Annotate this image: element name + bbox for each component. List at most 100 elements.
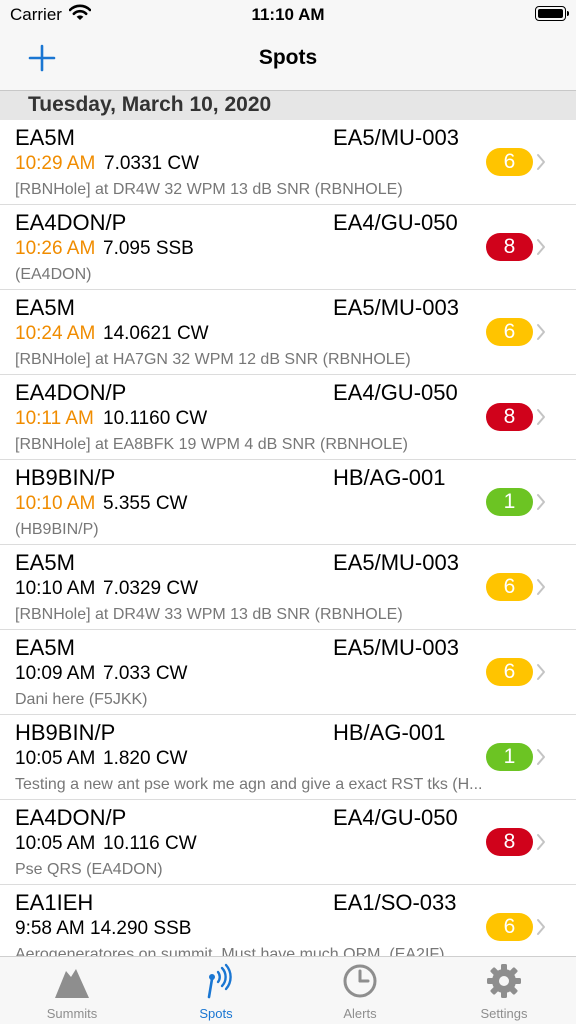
spot-comment: Testing a new ant pse work me agn and gi… (15, 776, 483, 793)
spot-frequency-mode: 7.095 SSB (103, 238, 194, 259)
status-bar: Carrier 11:10 AM (0, 0, 576, 30)
spot-comment: [RBNHole] at DR4W 33 WPM 13 dB SNR (RBNH… (15, 606, 403, 623)
spot-time: 9:58 AM (15, 918, 85, 939)
tab-settings[interactable]: Settings (432, 957, 576, 1024)
spot-callsign: EA4DON/P (15, 380, 127, 405)
summit-points-badge: 6 (486, 318, 533, 346)
spots-list[interactable]: EA5M EA5/MU-003 10:29 AM 7.0331 CW [RBNHole]… (0, 120, 576, 956)
mountain-icon (55, 969, 89, 998)
summit-points-badge: 6 (486, 148, 533, 176)
spot-row[interactable]: EA4DON/P EA4/GU-050 10:26 AM 7.095 SSB (EA4D… (0, 205, 576, 290)
spot-row[interactable]: HB9BIN/P HB/AG-001 10:10 AM 5.355 CW (HB9BIN… (0, 460, 576, 545)
antenna-icon (207, 963, 232, 999)
spot-comment: [RBNHole] at EA8BFK 19 WPM 4 dB SNR (RBN… (15, 436, 408, 453)
page-title: Spots (258, 46, 318, 69)
spot-callsign: EA4DON/P (15, 210, 127, 235)
gear-icon (487, 964, 521, 998)
spot-comment: (HB9BIN/P) (15, 521, 99, 538)
spot-time: 10:11 AM (15, 408, 94, 429)
spot-callsign: EA4DON/P (15, 805, 127, 830)
spot-time: 10:09 AM (15, 663, 96, 684)
spot-time: 10:29 AM (15, 153, 96, 174)
spot-row[interactable]: HB9BIN/P HB/AG-001 10:05 AM 1.820 CW Testing… (0, 715, 576, 800)
tab-bar: Summits Spots Alerts Settings (0, 956, 576, 1024)
spot-summit-ref: EA4/GU-050 (333, 380, 458, 405)
navigation-bar: Spots (0, 30, 576, 90)
summit-points-badge: 8 (486, 233, 533, 261)
spot-time: 10:10 AM (15, 578, 96, 599)
chevron-right-icon (537, 664, 545, 680)
chevron-right-icon (537, 919, 545, 935)
spot-comment: (EA4DON) (15, 266, 92, 283)
summit-points-badge: 6 (486, 658, 533, 686)
spot-frequency-mode: 1.820 CW (103, 748, 188, 769)
spot-callsign: EA5M (15, 125, 75, 150)
spot-callsign: HB9BIN/P (15, 720, 116, 745)
spot-summit-ref: EA5/MU-003 (333, 125, 459, 150)
spot-summit-ref: EA4/GU-050 (333, 210, 458, 235)
spot-row[interactable]: EA5M EA5/MU-003 10:24 AM 14.0621 CW [RBNHole… (0, 290, 576, 375)
spot-comment: Pse QRS (EA4DON) (15, 861, 163, 878)
chevron-right-icon (537, 494, 545, 510)
tab-summits[interactable]: Summits (0, 957, 144, 1024)
spot-frequency-mode: 14.290 SSB (90, 918, 192, 939)
spot-summit-ref: EA5/MU-003 (333, 635, 459, 660)
summit-points-badge: 8 (486, 828, 533, 856)
tab-alerts[interactable]: Alerts (288, 957, 432, 1024)
section-header: Tuesday, March 10, 2020 (0, 90, 576, 120)
spot-frequency-mode: 10.116 CW (103, 833, 197, 854)
chevron-right-icon (537, 749, 545, 765)
section-date: Tuesday, March 10, 2020 (28, 93, 272, 116)
chevron-right-icon (537, 409, 545, 425)
spot-comment: Aerogeneratores on summit. Must have muc… (15, 946, 445, 956)
spot-summit-ref: EA5/MU-003 (333, 550, 459, 575)
summit-points-badge: 1 (486, 743, 533, 771)
chevron-right-icon (537, 154, 545, 170)
chevron-right-icon (537, 579, 545, 595)
spot-frequency-mode: 7.033 CW (103, 663, 188, 684)
spot-summit-ref: HB/AG-001 (333, 465, 446, 490)
tab-label: Spots (199, 1006, 233, 1021)
spot-row[interactable]: EA1IEH EA1/SO-033 9:58 AM 14.290 SSB Aerogen… (0, 885, 576, 956)
spot-row[interactable]: EA4DON/P EA4/GU-050 10:11 AM 10.1160 CW [RBN… (0, 375, 576, 460)
chevron-right-icon (537, 324, 545, 340)
tab-label: Alerts (343, 1006, 377, 1021)
summit-points-badge: 8 (486, 403, 533, 431)
spot-callsign: EA1IEH (15, 890, 94, 915)
spot-frequency-mode: 14.0621 CW (103, 323, 209, 344)
spot-time: 10:26 AM (15, 238, 96, 259)
spot-frequency-mode: 7.0329 CW (103, 578, 199, 599)
summit-points-badge: 6 (486, 913, 533, 941)
spot-time: 10:05 AM (15, 833, 96, 854)
tab-spots[interactable]: Spots (144, 957, 288, 1024)
spot-frequency-mode: 10.1160 CW (103, 408, 208, 429)
spot-summit-ref: EA4/GU-050 (333, 805, 458, 830)
spot-row[interactable]: EA5M EA5/MU-003 10:29 AM 7.0331 CW [RBNHole]… (0, 120, 576, 205)
spot-callsign: HB9BIN/P (15, 465, 116, 490)
spot-row[interactable]: EA5M EA5/MU-003 10:09 AM 7.033 CW Dani here … (0, 630, 576, 715)
spot-comment: Dani here (F5JKK) (15, 691, 148, 708)
spot-callsign: EA5M (15, 295, 75, 320)
battery-icon (535, 6, 569, 21)
summit-points-badge: 1 (486, 488, 533, 516)
spot-comment: [RBNHole] at DR4W 32 WPM 13 dB SNR (RBNH… (15, 181, 403, 198)
clock-icon (343, 964, 377, 998)
chevron-right-icon (537, 239, 545, 255)
spot-time: 10:24 AM (15, 323, 96, 344)
spot-callsign: EA5M (15, 635, 75, 660)
spot-time: 10:05 AM (15, 748, 96, 769)
status-time: 11:10 AM (251, 5, 325, 24)
spot-row[interactable]: EA4DON/P EA4/GU-050 10:05 AM 10.116 CW Pse Q… (0, 800, 576, 885)
spot-summit-ref: EA5/MU-003 (333, 295, 459, 320)
spot-summit-ref: HB/AG-001 (333, 720, 446, 745)
spot-comment: [RBNHole] at HA7GN 32 WPM 12 dB SNR (RBN… (15, 351, 411, 368)
spot-frequency-mode: 5.355 CW (103, 493, 188, 514)
summit-points-badge: 6 (486, 573, 533, 601)
chevron-right-icon (537, 834, 545, 850)
spot-callsign: EA5M (15, 550, 75, 575)
spot-summit-ref: EA1/SO-033 (333, 890, 457, 915)
tab-label: Summits (46, 1006, 98, 1021)
spot-frequency-mode: 7.0331 CW (104, 153, 200, 174)
spot-row[interactable]: EA5M EA5/MU-003 10:10 AM 7.0329 CW [RBNHole]… (0, 545, 576, 630)
tab-label: Settings (480, 1006, 528, 1021)
